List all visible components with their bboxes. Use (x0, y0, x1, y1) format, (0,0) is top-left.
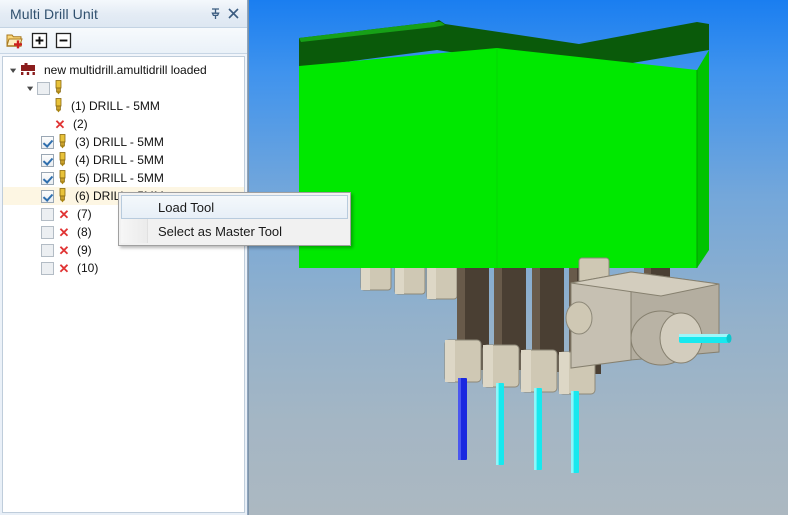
drill-bit-icon (53, 98, 65, 114)
tree-node-drill-5[interactable]: (5) DRILL - 5MM (3, 169, 244, 187)
add-folder-button[interactable] (5, 31, 25, 51)
pin-icon[interactable] (207, 6, 223, 22)
tree-node-label: (8) (77, 225, 92, 239)
menu-item-load-tool[interactable]: Load Tool (121, 195, 348, 219)
tree-node-checkbox[interactable] (41, 135, 54, 149)
tree-node-checkbox[interactable] (41, 171, 54, 185)
tree-node-label: (2) (73, 117, 88, 131)
expander-down-icon[interactable] (24, 79, 37, 97)
tree-node-label: (9) (77, 243, 92, 257)
tree-node-checkbox[interactable] (41, 261, 54, 275)
empty-slot-x-icon: ✕ (54, 116, 66, 132)
expand-all-button[interactable] (29, 31, 49, 51)
drill-bit-icon (57, 170, 69, 186)
close-icon[interactable] (225, 6, 241, 22)
application-window: Multi Drill Unit new multidrill.amultidr… (0, 0, 788, 515)
tree-node-drill-1[interactable]: (1) DRILL - 5MM (3, 97, 244, 115)
tree-node-checkbox[interactable] (41, 207, 54, 221)
tree-node-root[interactable]: new multidrill.amultidrill loaded (3, 61, 244, 79)
tree-node-label: (10) (77, 261, 99, 275)
drill-bit-icon (57, 134, 69, 150)
context-menu[interactable]: Load Tool Select as Master Tool (118, 192, 351, 246)
tree-node-checkbox[interactable] (41, 153, 54, 167)
tree-node-drill-3[interactable]: (3) DRILL - 5MM (3, 133, 244, 151)
tree-node-label: (4) DRILL - 5MM (75, 153, 164, 167)
expander-down-icon[interactable] (7, 61, 20, 79)
tree-node-label: (7) (77, 207, 92, 221)
drill-bit-icon (57, 152, 69, 168)
tree-node-label: (5) DRILL - 5MM (75, 171, 164, 185)
multi-drill-unit-panel: Multi Drill Unit new multidrill.amultidr… (0, 0, 248, 515)
3d-machine-model (299, 20, 732, 473)
tree-node-drill-2[interactable]: ✕ (2) (3, 115, 244, 133)
tree-node-unit-group[interactable] (3, 79, 244, 97)
panel-titlebar: Multi Drill Unit (0, 0, 247, 28)
tree-node-checkbox[interactable] (41, 243, 54, 257)
tree-node-checkbox[interactable] (37, 81, 50, 95)
panel-toolbar (0, 28, 247, 54)
empty-slot-x-icon: ✕ (58, 260, 70, 276)
menu-item-select-as-master-tool[interactable]: Select as Master Tool (121, 219, 348, 243)
tree-node-checkbox[interactable] (41, 189, 54, 203)
empty-slot-x-icon: ✕ (58, 224, 70, 240)
drill-bit-icon (53, 80, 65, 96)
tree-node-label: (3) DRILL - 5MM (75, 135, 164, 149)
3d-model-viewport[interactable] (248, 0, 788, 515)
machine-body (299, 20, 709, 268)
panel-title: Multi Drill Unit (10, 5, 98, 22)
tree-node-slot-10[interactable]: ✕ (10) (3, 259, 244, 277)
collapse-all-button[interactable] (53, 31, 73, 51)
tree-node-label: (1) DRILL - 5MM (71, 99, 160, 113)
spindle-housing (565, 257, 732, 369)
empty-slot-x-icon: ✕ (58, 242, 70, 258)
empty-slot-x-icon: ✕ (58, 206, 70, 222)
drill-tree-panel[interactable]: new multidrill.amultidrill loaded (1) DR… (2, 56, 245, 513)
drill-bit-icon (57, 188, 69, 204)
tree-node-label: new multidrill.amultidrill loaded (44, 63, 207, 77)
tree-node-drill-4[interactable]: (4) DRILL - 5MM (3, 151, 244, 169)
machine-icon (20, 63, 36, 77)
tree-node-checkbox[interactable] (41, 225, 54, 239)
